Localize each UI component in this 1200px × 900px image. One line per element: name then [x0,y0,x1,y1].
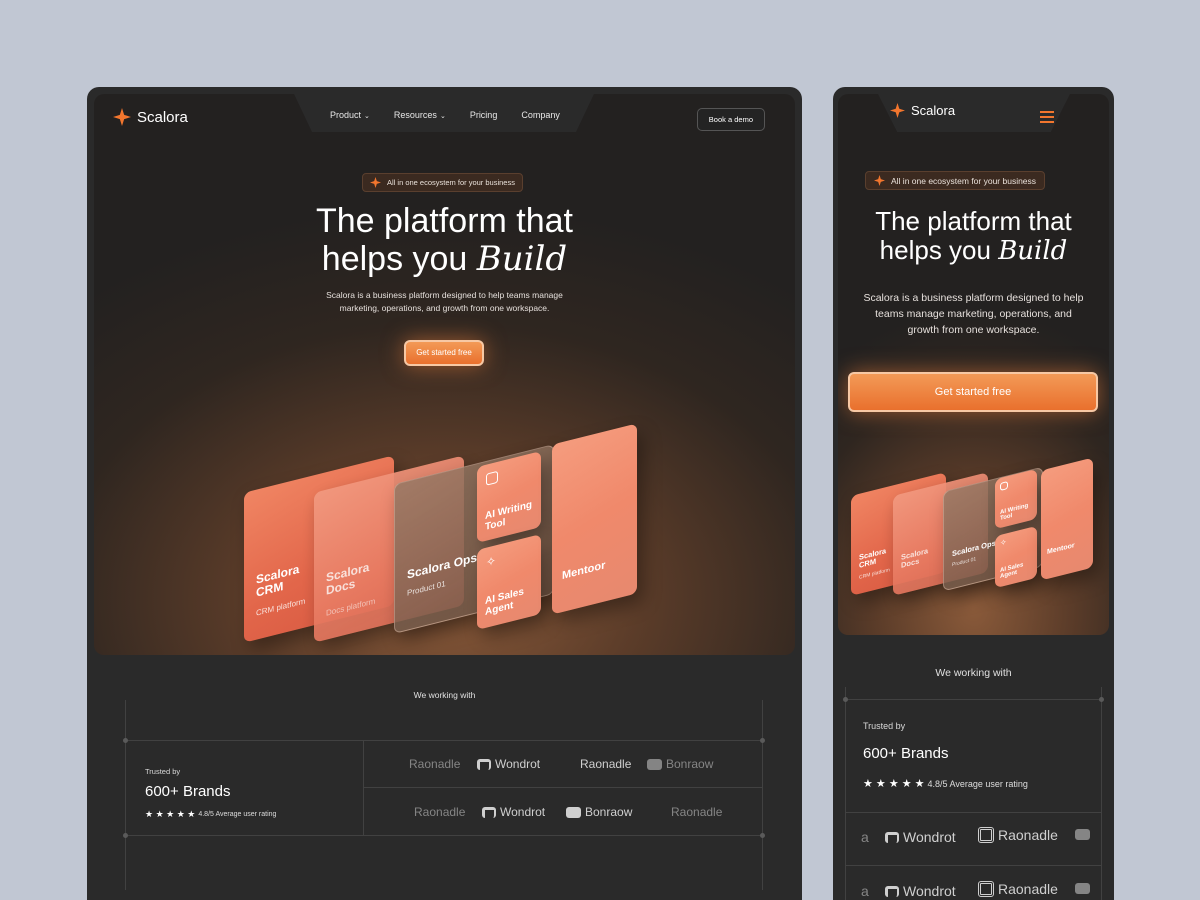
grid-line [845,812,1102,813]
grid-dot [760,833,765,838]
brand-logo-partial [1075,829,1090,840]
product-card-ai-sales[interactable]: ✧ AI Sales Agent [477,534,541,630]
main-nav: Product ⌄ Resources ⌄ Pricing Company [330,110,560,120]
brand-logo: a [861,883,869,899]
nav-product[interactable]: Product ⌄ [330,110,370,120]
sparkle-icon: ✧ [486,553,497,570]
badge-text: All in one ecosystem for your business [387,178,515,187]
mobile-hero-section: Scalora All in one ecosystem for your bu… [838,94,1109,635]
mobile-logo[interactable]: Scalora [890,103,955,118]
hero-section: Scalora Product ⌄ Resources ⌄ Pricing Comp… [94,94,795,655]
brand-logo: Raonadle [671,805,723,819]
mobile-hero-subtitle: Scalora is a business platform designed … [863,292,1084,336]
brand-logo: Raonadle [414,805,466,819]
brand-logo: Raonadle [580,757,632,771]
mobile-ecosystem-badge: All in one ecosystem for your business [865,171,1046,190]
raonadle-icon [978,827,994,843]
hero-title-line2: helps you Build [321,239,568,280]
brand-logo: Wondrot [885,883,956,899]
user-rating: ★ ★ ★ ★ ★ 4.8/5 Average user rating [145,809,277,819]
chevron-down-icon: ⌄ [439,113,446,120]
get-started-button[interactable]: Get started free [404,340,484,366]
grid-line [125,835,763,836]
mobile-get-started-button[interactable]: Get started free [848,372,1098,412]
star-rating-icon: ★ ★ ★ ★ ★ [145,809,196,819]
brand-logo: Raonadle [978,827,1058,843]
edit-icon [1000,480,1008,491]
grid-dot [1099,697,1104,702]
badge-star-icon [874,175,885,186]
raonadle-icon [978,881,994,897]
wondrot-icon [885,831,899,843]
brands-count: 600+ Brands [145,783,231,800]
grid-line [762,700,763,890]
grid-dot [123,738,128,743]
bonraow-icon [566,806,581,818]
hero-title: The platform that helps you Build [94,202,795,278]
logo-star-icon [113,108,131,126]
mobile-user-rating: ★ ★ ★ ★ ★ 4.8/5 Average user rating [863,778,1028,790]
product-card-ai-sales[interactable]: ✧ AI Sales Agent [995,525,1037,589]
hero-title-italic: Build [476,239,568,280]
brand-logo: Wondrot [477,757,540,771]
grid-line [125,700,126,890]
nav-resources[interactable]: Resources ⌄ [394,110,446,120]
menu-icon[interactable] [1040,111,1054,126]
bonraow-icon [647,758,662,770]
mobile-brands-count: 600+ Brands [863,745,949,762]
brand-logo: Bonraow [647,757,713,771]
ecosystem-badge: All in one ecosystem for your business [362,173,523,192]
sparkle-icon: ✧ [1000,537,1007,548]
product-card-mentoor[interactable]: Mentoor [552,423,637,615]
edit-icon [486,470,498,486]
working-with-heading: We working with [413,690,476,700]
nav-company[interactable]: Company [521,110,560,120]
brand-logo: Raonadle [409,757,461,771]
grid-line [845,687,846,900]
mobile-frame: Scalora All in one ecosystem for your bu… [833,87,1114,900]
brand-logo: Bonraow [566,805,632,819]
grid-dot [760,738,765,743]
nav-pricing[interactable]: Pricing [470,110,498,120]
badge-star-icon [370,177,381,188]
brand-logo: Wondrot [885,829,956,845]
grid-dot [843,697,848,702]
logo-text: Scalora [137,108,188,126]
mobile-working-with-heading: We working with [935,667,1012,679]
bonraow-icon [1075,829,1090,840]
grid-line [845,699,1102,700]
product-card-ai-writing[interactable]: AI Writing Tool [477,451,541,543]
brands-section: We working with Trusted by 600+ Brands ★… [87,655,802,900]
brand-logo: Raonadle [978,881,1058,897]
trusted-by-label: Trusted by [145,767,181,776]
brand-logo: a [861,829,869,845]
logo-star-icon [890,103,905,118]
product-card-mentoor[interactable]: Mentoor [1041,457,1093,581]
wondrot-icon [477,758,491,770]
wondrot-icon [885,885,899,897]
bonraow-icon [1075,883,1090,894]
brand-logo-partial [1075,883,1090,894]
wondrot-icon [482,806,496,818]
mobile-trusted-by-label: Trusted by [863,721,906,731]
product-card-ai-writing[interactable]: AI Writing Tool [995,468,1037,530]
grid-dot [123,833,128,838]
grid-line [125,740,763,741]
desktop-frame: Scalora Product ⌄ Resources ⌄ Pricing Comp… [87,87,802,900]
book-demo-button[interactable]: Book a demo [696,108,765,131]
mobile-hero-title: The platform that helps you Build [875,206,1072,267]
grid-line [363,787,763,788]
logo[interactable]: Scalora [113,108,188,126]
star-rating-icon: ★ ★ ★ ★ ★ [863,778,925,790]
brand-logo: Wondrot [482,805,545,819]
hero-title-line1: The platform that [315,202,573,240]
grid-line [845,865,1102,866]
hero-subtitle: Scalora is a business platform designed … [326,290,563,313]
grid-line [1101,687,1102,900]
chevron-down-icon: ⌄ [364,113,370,120]
